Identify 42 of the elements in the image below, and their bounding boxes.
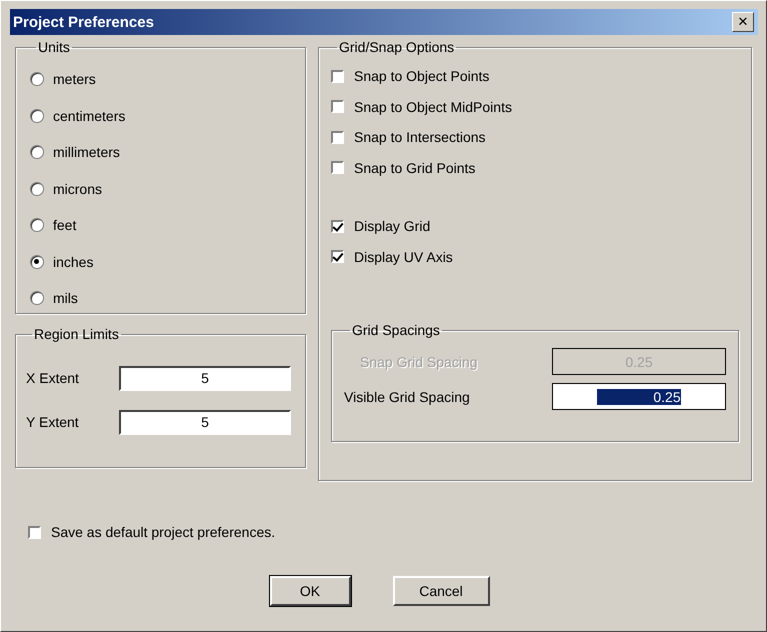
- checkbox[interactable]: [331, 161, 344, 174]
- checkbox-label[interactable]: Snap to Intersections: [354, 129, 486, 146]
- radio-button[interactable]: [30, 108, 44, 123]
- radio-button[interactable]: [30, 291, 44, 306]
- radio-button[interactable]: [30, 145, 44, 160]
- group-title: Grid Spacings: [351, 322, 441, 338]
- radio-button[interactable]: [30, 182, 44, 196]
- checkbox-label[interactable]: Save as default project preferences.: [51, 524, 276, 540]
- checkbox[interactable]: [331, 100, 344, 114]
- checkbox[interactable]: [331, 220, 344, 233]
- field-label: Visible Grid Spacing: [344, 388, 470, 404]
- radio-label[interactable]: microns: [53, 180, 102, 197]
- checkbox[interactable]: [331, 250, 344, 264]
- input-field[interactable]: 5: [119, 366, 291, 390]
- checkbox-label[interactable]: Snap to Object MidPoints: [354, 98, 512, 115]
- radio-label[interactable]: millimeters: [53, 144, 120, 160]
- input-field[interactable]: 5: [119, 410, 291, 434]
- window-title: Project Preferences: [13, 14, 154, 30]
- dialog-button[interactable]: Cancel: [392, 576, 490, 606]
- radio-label[interactable]: meters: [53, 71, 96, 88]
- radio-label[interactable]: feet: [53, 217, 76, 234]
- group-title: Units: [37, 39, 71, 55]
- checkbox[interactable]: [331, 70, 344, 83]
- close-button[interactable]: ✕: [732, 12, 754, 32]
- checkbox-label[interactable]: Display UV Axis: [354, 248, 453, 265]
- radio-label[interactable]: centimeters: [53, 108, 126, 124]
- checkbox-label[interactable]: Snap to Object Points: [354, 68, 490, 84]
- checkbox-label[interactable]: Snap to Grid Points: [354, 160, 476, 176]
- checkbox-label[interactable]: Display Grid: [354, 218, 430, 234]
- group-title: Region Limits: [33, 326, 120, 342]
- input-field[interactable]: 0.25: [552, 383, 726, 410]
- radio-button[interactable]: [30, 218, 44, 232]
- radio-label[interactable]: inches: [53, 254, 94, 270]
- group-title: Grid/Snap Options: [338, 39, 456, 55]
- checkbox[interactable]: [28, 526, 41, 539]
- radio-button[interactable]: [30, 72, 44, 86]
- checkbox[interactable]: [331, 130, 344, 144]
- field-label: Y Extent: [26, 414, 79, 430]
- radio-label[interactable]: mils: [53, 290, 78, 306]
- dialog-button[interactable]: OK: [270, 576, 350, 606]
- field-label: X Extent: [26, 370, 79, 386]
- radio-button[interactable]: [30, 254, 44, 269]
